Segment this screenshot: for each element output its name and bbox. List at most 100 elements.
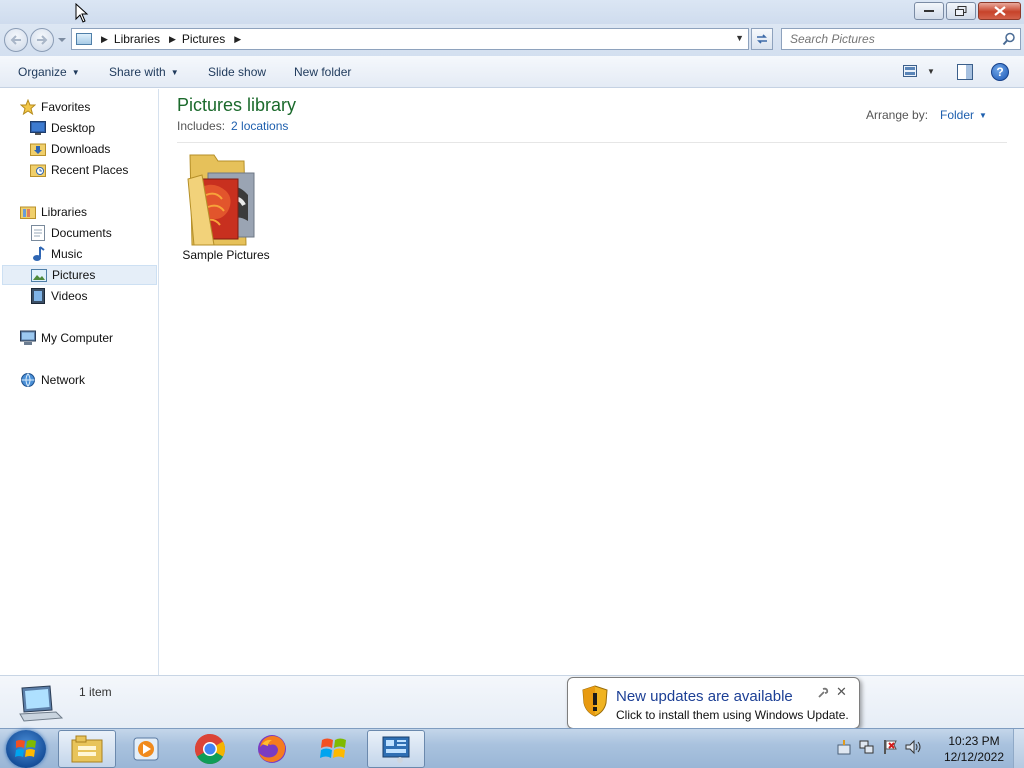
volume-icon[interactable] <box>905 739 923 755</box>
arrange-by-dropdown[interactable]: Folder ▼ <box>940 108 987 122</box>
sidebar-item-label: Music <box>51 247 83 261</box>
sidebar-item-downloads[interactable]: Downloads <box>0 139 157 159</box>
control-panel-icon <box>382 736 410 763</box>
restore-button[interactable] <box>946 2 976 20</box>
clock[interactable]: 10:23 PM 12/12/2022 <box>938 733 1010 765</box>
share-with-button[interactable]: Share with ▼ <box>109 65 179 79</box>
sidebar-item-label: Network <box>41 373 86 387</box>
locations-link[interactable]: 2 locations <box>231 119 288 133</box>
taskbar-media-player-button[interactable] <box>118 730 176 768</box>
recent-places-icon <box>30 162 46 178</box>
caret-down-icon: ▼ <box>927 66 935 76</box>
system-tray <box>836 739 923 755</box>
sidebar-item-label: Libraries <box>41 205 88 219</box>
address-bar[interactable]: ▶ Libraries ▶ Pictures ▶ ▼ <box>71 28 749 50</box>
libraries-icon <box>20 204 36 220</box>
clock-time: 10:23 PM <box>948 734 1000 748</box>
refresh-button[interactable] <box>751 28 773 50</box>
title-bar[interactable] <box>0 0 1024 24</box>
page-title: Pictures library <box>177 95 297 115</box>
desktop-icon <box>30 120 46 136</box>
close-button[interactable] <box>978 2 1021 20</box>
sidebar-item-pictures[interactable]: Pictures <box>2 265 157 285</box>
explorer-window: ▶ Libraries ▶ Pictures ▶ ▼ Organize ▼ Sha… <box>0 0 1024 728</box>
chevron-right-icon[interactable]: ▶ <box>234 34 241 45</box>
change-view-button[interactable]: ▼ <box>903 65 935 77</box>
help-button[interactable]: ? <box>991 63 1009 81</box>
details-pane: 1 item <box>0 675 1024 728</box>
sidebar-item-videos[interactable]: Videos <box>0 286 157 306</box>
file-list-area[interactable]: Pictures library Includes: 2 locations Ar… <box>160 89 1024 675</box>
minimize-button[interactable] <box>914 2 944 20</box>
address-dropdown-icon[interactable]: ▼ <box>735 33 744 43</box>
show-desktop-button[interactable] <box>1013 729 1024 768</box>
minimize-icon <box>924 10 934 12</box>
search-input[interactable] <box>790 32 990 46</box>
pictures-icon <box>31 267 47 283</box>
action-center-icon[interactable] <box>836 739 852 755</box>
documents-icon <box>30 225 46 241</box>
taskbar-control-panel-button[interactable] <box>367 730 425 768</box>
sidebar-item-documents[interactable]: Documents <box>0 223 157 243</box>
start-button[interactable] <box>6 730 46 768</box>
caret-down-icon: ▼ <box>979 111 987 120</box>
taskbar-firefox-button[interactable] <box>243 730 301 768</box>
search-box[interactable] <box>781 28 1021 50</box>
organize-button[interactable]: Organize ▼ <box>18 65 80 79</box>
chrome-icon <box>194 734 226 765</box>
sidebar-item-label: Desktop <box>51 121 96 135</box>
firefox-icon <box>258 735 286 763</box>
slide-show-button[interactable]: Slide show <box>208 65 266 79</box>
breadcrumb-libraries[interactable]: Libraries <box>114 32 160 46</box>
includes-line: Includes: 2 locations <box>177 119 288 133</box>
sidebar-item-libraries[interactable]: Libraries <box>0 202 157 222</box>
sidebar-item-desktop[interactable]: Desktop <box>0 118 157 138</box>
refresh-icon <box>757 34 767 44</box>
options-wrench-icon[interactable] <box>817 687 829 699</box>
taskbar: 10:23 PM 12/12/2022 <box>0 728 1024 768</box>
address-row: ▶ Libraries ▶ Pictures ▶ ▼ <box>0 24 1024 56</box>
share-with-label: Share with <box>109 65 166 79</box>
recent-pages-icon[interactable] <box>58 36 66 44</box>
network-icon <box>20 372 36 388</box>
taskbar-windows-update-button[interactable] <box>305 730 363 768</box>
window-controls <box>914 2 1021 20</box>
folder-icon <box>187 154 255 246</box>
close-icon[interactable]: ✕ <box>836 684 847 700</box>
sidebar-item-my-computer[interactable]: My Computer <box>0 328 157 348</box>
breadcrumb-pictures[interactable]: Pictures <box>182 32 225 46</box>
back-button[interactable] <box>4 28 28 52</box>
windows-flag-icon <box>320 738 346 758</box>
chevron-right-icon[interactable]: ▶ <box>101 34 108 45</box>
navigation-pane: Favorites Desktop Downloads Recent Place… <box>0 89 159 675</box>
sidebar-item-recent-places[interactable]: Recent Places <box>0 160 157 180</box>
organize-label: Organize <box>18 65 67 79</box>
downloads-folder-icon <box>30 141 46 157</box>
item-count: 1 item <box>79 685 112 699</box>
caret-down-icon: ▼ <box>71 68 80 77</box>
sidebar-item-label: Recent Places <box>51 163 129 177</box>
arrow-right-icon <box>37 35 48 45</box>
arrange-by-value: Folder <box>940 108 975 122</box>
sidebar-item-favorites[interactable]: Favorites <box>0 97 157 117</box>
folder-name: Sample Pictures <box>182 248 270 262</box>
mouse-cursor-icon <box>75 3 89 23</box>
update-notification[interactable]: New updates are available Click to insta… <box>567 677 860 740</box>
sidebar-item-network[interactable]: Network <box>0 370 157 390</box>
command-bar: Organize ▼ Share with ▼ Slide show New fol… <box>0 56 1024 88</box>
taskbar-chrome-button[interactable] <box>181 730 239 768</box>
flag-alert-icon[interactable] <box>882 739 898 755</box>
taskbar-explorer-button[interactable] <box>58 730 116 768</box>
chevron-right-icon[interactable]: ▶ <box>169 34 176 45</box>
new-folder-button[interactable]: New folder <box>294 65 351 79</box>
sidebar-item-label: Videos <box>51 289 88 303</box>
network-status-icon[interactable] <box>859 739 875 755</box>
folder-item[interactable]: Sample Pictures <box>180 151 272 267</box>
forward-button[interactable] <box>30 28 54 52</box>
search-icon[interactable] <box>1002 32 1016 46</box>
help-icon: ? <box>996 65 1004 79</box>
windows-logo-icon <box>15 740 36 757</box>
preview-pane-icon[interactable] <box>957 64 973 80</box>
videos-icon <box>30 288 46 304</box>
sidebar-item-music[interactable]: Music <box>0 244 157 264</box>
